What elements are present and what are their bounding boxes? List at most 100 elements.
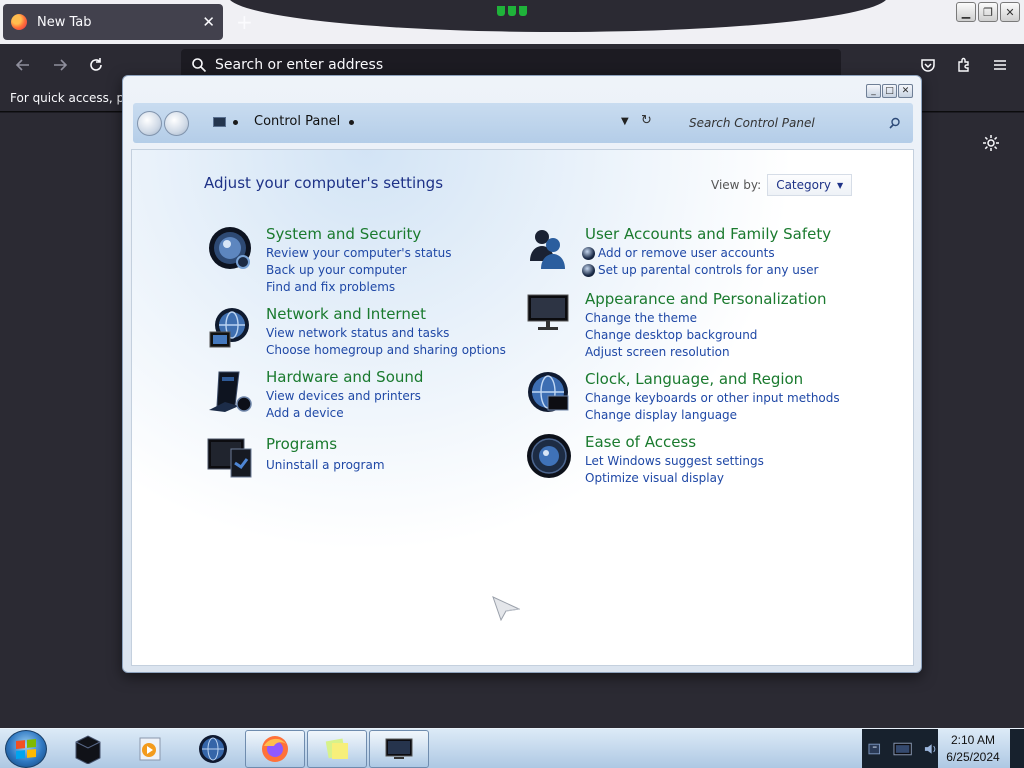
system-security-icon xyxy=(209,227,251,269)
link-change-theme[interactable]: Change the theme xyxy=(585,310,757,327)
category-title[interactable]: Ease of Access xyxy=(585,433,696,451)
cp-back-button[interactable] xyxy=(137,111,162,136)
link-text: Set up parental controls for any user xyxy=(598,263,819,277)
show-desktop-button[interactable] xyxy=(1010,729,1024,768)
category-title[interactable]: Clock, Language, and Region xyxy=(585,370,803,388)
link-review-status[interactable]: Review your computer's status xyxy=(266,245,452,262)
minimize-button[interactable]: ▁ xyxy=(956,2,976,22)
action-center-icon[interactable] xyxy=(868,741,883,757)
ease-of-access-icon xyxy=(527,434,571,478)
taskbar-sticky-notes[interactable] xyxy=(307,730,367,768)
link-parental-controls[interactable]: Set up parental controls for any user xyxy=(582,262,818,279)
cp-search-icon[interactable] xyxy=(889,117,901,129)
breadcrumb-control-panel[interactable]: Control Panel xyxy=(254,114,340,129)
taskbar-globe[interactable] xyxy=(183,730,243,768)
mouse-cursor-icon xyxy=(492,596,520,621)
firefox-icon xyxy=(262,736,288,762)
back-arrow-icon xyxy=(15,59,29,71)
category-title[interactable]: Network and Internet xyxy=(266,305,426,323)
network-internet-icon xyxy=(209,308,249,348)
forward-button[interactable] xyxy=(49,54,71,76)
clock-time: 2:10 AM xyxy=(950,733,996,747)
pocket-button[interactable] xyxy=(917,54,939,76)
window-controls: ▁ ❐ ✕ xyxy=(956,2,1020,22)
forward-arrow-icon xyxy=(54,59,68,71)
category-title[interactable]: System and Security xyxy=(266,225,421,243)
volume-icon[interactable] xyxy=(923,741,938,757)
wallpaper-accent xyxy=(497,6,527,16)
address-placeholder: Search or enter address xyxy=(215,57,384,73)
view-by-dropdown[interactable]: Category ▼ xyxy=(767,174,853,196)
cp-search-input[interactable]: Search Control Panel xyxy=(679,109,911,137)
link-display-language[interactable]: Change display language xyxy=(585,407,840,424)
menu-button[interactable] xyxy=(989,54,1011,76)
cp-maximize-button[interactable]: □ xyxy=(882,84,897,98)
control-panel-crumb-icon xyxy=(213,117,226,127)
crumb-separator-icon[interactable] xyxy=(349,120,354,125)
globe-icon xyxy=(199,735,227,763)
search-icon xyxy=(192,58,207,73)
category-title[interactable]: Programs xyxy=(266,435,337,453)
extensions-button[interactable] xyxy=(953,54,975,76)
hardware-sound-icon xyxy=(209,371,252,412)
link-uninstall-program[interactable]: Uninstall a program xyxy=(266,457,385,474)
tab-close-icon[interactable]: ✕ xyxy=(202,13,215,31)
category-title[interactable]: User Accounts and Family Safety xyxy=(585,225,831,243)
taskbar-firefox[interactable] xyxy=(245,730,305,768)
link-backup[interactable]: Back up your computer xyxy=(266,262,452,279)
link-network-status[interactable]: View network status and tasks xyxy=(266,325,506,342)
chevron-down-icon: ▼ xyxy=(837,180,844,190)
link-optimize-display[interactable]: Optimize visual display xyxy=(585,470,764,487)
link-screen-resolution[interactable]: Adjust screen resolution xyxy=(585,344,757,361)
refresh-icon[interactable]: ↻ xyxy=(641,113,652,128)
pocket-icon xyxy=(921,59,935,72)
shield-mini-icon xyxy=(582,247,595,260)
link-add-remove-accounts[interactable]: Add or remove user accounts xyxy=(582,245,818,262)
reload-icon xyxy=(90,58,102,71)
start-button[interactable] xyxy=(5,730,47,768)
clock-language-icon xyxy=(528,372,569,412)
programs-icon xyxy=(207,438,252,478)
tray-clock[interactable]: 2:10 AM 6/25/2024 xyxy=(938,729,1008,768)
shield-mini-icon xyxy=(582,264,595,277)
history-dropdown-icon[interactable]: ▼ xyxy=(621,116,629,127)
category-title[interactable]: Appearance and Personalization xyxy=(585,290,827,308)
restore-button[interactable]: ❐ xyxy=(978,2,998,22)
taskbar-control-panel[interactable] xyxy=(369,730,429,768)
settings-gear-icon[interactable] xyxy=(982,134,1000,157)
wallpaper-shape xyxy=(228,0,888,32)
link-troubleshoot[interactable]: Find and fix problems xyxy=(266,279,452,296)
control-panel-window: _ □ ✕ Control Panel ▼ ↻ Search Control P… xyxy=(122,75,922,673)
link-add-device[interactable]: Add a device xyxy=(266,405,421,422)
cp-window-controls: _ □ ✕ xyxy=(866,84,913,98)
cp-address-bar: Control Panel ▼ ↻ Search Control Panel xyxy=(133,103,913,143)
view-by-label: View by: xyxy=(711,178,762,192)
link-homegroup[interactable]: Choose homegroup and sharing options xyxy=(266,342,506,359)
media-player-icon xyxy=(139,737,161,761)
network-tray-icon[interactable] xyxy=(893,741,913,757)
new-tab-button[interactable]: + xyxy=(236,10,253,34)
reload-button[interactable] xyxy=(85,54,107,76)
cp-close-button[interactable]: ✕ xyxy=(898,84,913,98)
link-keyboards[interactable]: Change keyboards or other input methods xyxy=(585,390,840,407)
taskbar-explorer[interactable] xyxy=(58,730,118,768)
cp-minimize-button[interactable]: _ xyxy=(866,84,881,98)
category-title[interactable]: Hardware and Sound xyxy=(266,368,423,386)
cp-content: Adjust your computer's settings View by:… xyxy=(131,149,914,666)
browser-tab-bar: New Tab ✕ + ▁ ❐ ✕ xyxy=(0,0,1024,44)
clock-date: 6/25/2024 xyxy=(946,750,1000,764)
view-by-value: Category xyxy=(776,178,832,192)
appearance-icon xyxy=(527,294,569,330)
back-button[interactable] xyxy=(12,54,34,76)
link-suggest-settings[interactable]: Let Windows suggest settings xyxy=(585,453,764,470)
close-button[interactable]: ✕ xyxy=(1000,2,1020,22)
page-title: Adjust your computer's settings xyxy=(204,174,444,192)
taskbar-media-player[interactable] xyxy=(120,730,180,768)
link-text: Add or remove user accounts xyxy=(598,246,775,260)
view-by: View by: Category ▼ xyxy=(711,174,853,196)
link-devices-printers[interactable]: View devices and printers xyxy=(266,388,421,405)
cp-forward-button[interactable] xyxy=(164,111,189,136)
link-desktop-background[interactable]: Change desktop background xyxy=(585,327,757,344)
crumb-separator-icon xyxy=(233,120,238,125)
tab-new-tab[interactable]: New Tab ✕ xyxy=(3,4,223,40)
